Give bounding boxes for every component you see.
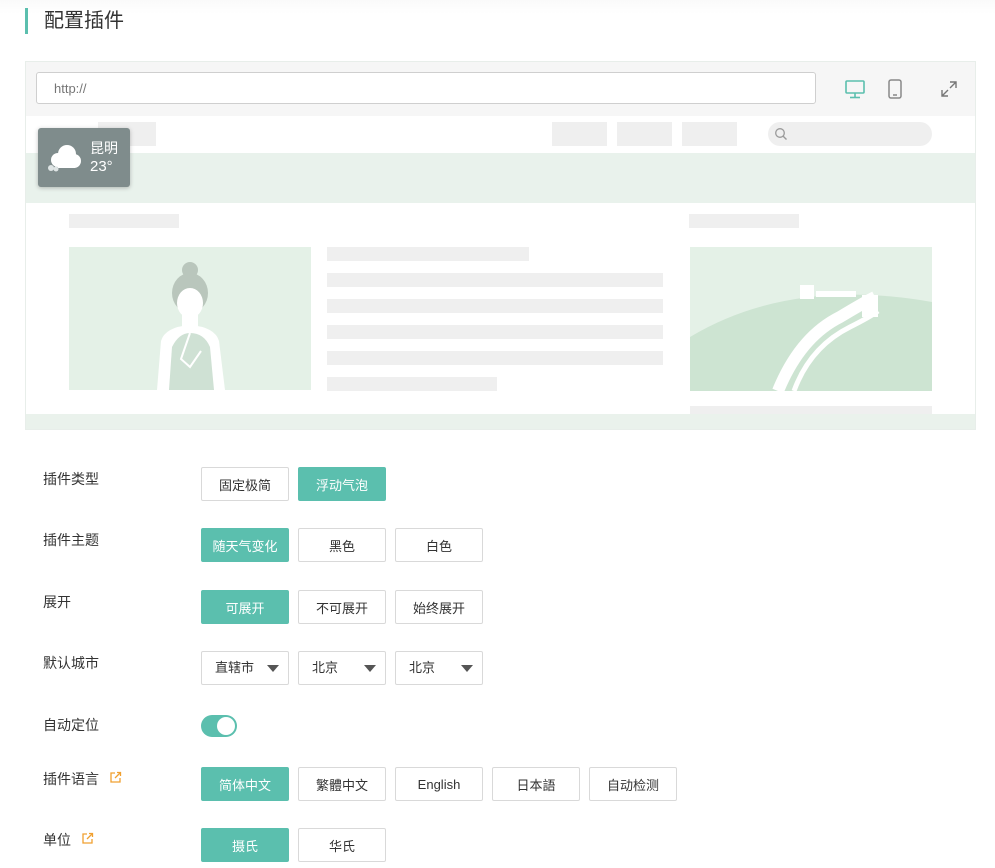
mock-search-bar [768,122,932,146]
expand-icon[interactable] [938,78,960,100]
unit-label: 单位 [43,832,71,848]
desktop-icon[interactable] [844,78,866,100]
plugin-type-label: 插件类型 [43,471,99,487]
chevron-down-icon [267,665,279,672]
plugin-type-floating-button[interactable]: 浮动气泡 [298,467,386,501]
mock-heading [69,214,179,228]
theme-black-button[interactable]: 黑色 [298,528,386,562]
mock-footer [26,414,975,429]
external-link-icon[interactable] [81,829,94,844]
unit-celsius-button[interactable]: 摄氏 [201,828,289,862]
theme-weather-button[interactable]: 随天气变化 [201,528,289,562]
mock-footer-line [690,406,932,414]
mock-text-line [327,351,663,365]
preview-frame: 昆明 23° [25,61,976,430]
mock-text-line [327,273,663,287]
mock-website [26,116,975,429]
expand-label: 展开 [43,594,71,610]
mock-banner [26,153,975,203]
mock-text-line [327,377,497,391]
language-auto-button[interactable]: 自动检测 [589,767,677,801]
cloud-icon [45,140,85,179]
toggle-knob [217,717,235,735]
setting-expand: 展开 可展开 不可展开 始终展开 [43,590,983,627]
auto-locate-label: 自动定位 [43,717,99,733]
setting-auto-locate: 自动定位 [43,714,983,750]
chevron-down-icon [461,665,473,672]
expand-not-expandable-button[interactable]: 不可展开 [298,590,386,624]
city-select-value: 北京 [312,660,339,675]
district-select-value: 北京 [409,660,436,675]
unit-fahrenheit-button[interactable]: 华氏 [298,828,386,862]
weather-temperature: 23° [90,158,113,175]
setting-plugin-theme: 插件主题 随天气变化 黑色 白色 [43,528,983,565]
district-select[interactable]: 北京 [395,651,483,685]
plugin-type-fixed-button[interactable]: 固定极简 [201,467,289,501]
mock-text-line [327,325,663,339]
language-japanese-button[interactable]: 日本語 [492,767,580,801]
language-simplified-button[interactable]: 简体中文 [201,767,289,801]
page-title: 配置插件 [25,8,124,34]
language-english-button[interactable]: English [395,767,483,801]
mock-nav-item [617,122,672,146]
external-link-icon[interactable] [109,768,122,783]
chevron-down-icon [364,665,376,672]
top-shadow [0,0,995,14]
expand-always-button[interactable]: 始终展开 [395,590,483,624]
mock-text-line [327,247,529,261]
language-traditional-button[interactable]: 繁體中文 [298,767,386,801]
mock-nav-item [552,122,607,146]
auto-locate-toggle[interactable] [201,715,237,737]
search-icon [775,128,787,140]
weather-widget[interactable]: 昆明 23° [38,128,130,187]
mock-nav-item [682,122,737,146]
setting-language: 插件语言 简体中文 繁體中文 English 日本語 自动检测 [43,767,983,804]
setting-plugin-type: 插件类型 固定极简 浮动气泡 [43,467,983,504]
url-input[interactable] [36,72,816,104]
mock-text-line [327,299,663,313]
plugin-theme-label: 插件主题 [43,532,99,548]
language-label-wrap: 插件语言 [43,768,122,790]
mock-illustration-great-wall [690,247,932,391]
mock-heading [689,214,799,228]
setting-default-city: 默认城市 直辖市 北京 北京 [43,651,983,688]
default-city-label: 默认城市 [43,655,99,671]
language-label: 插件语言 [43,771,99,787]
province-select-value: 直辖市 [215,660,255,675]
unit-label-wrap: 单位 [43,829,94,851]
city-select[interactable]: 北京 [298,651,386,685]
mobile-icon[interactable] [884,78,906,100]
setting-unit: 单位 摄氏 华氏 [43,828,983,865]
expand-expandable-button[interactable]: 可展开 [201,590,289,624]
theme-white-button[interactable]: 白色 [395,528,483,562]
weather-city: 昆明 [90,140,118,156]
province-select[interactable]: 直辖市 [201,651,289,685]
plugin-config-page: 配置插件 http:// 昆明 23° 插件类型 固定极简 浮动气泡 插件主题 … [0,0,995,868]
mock-illustration-woman [69,247,311,390]
